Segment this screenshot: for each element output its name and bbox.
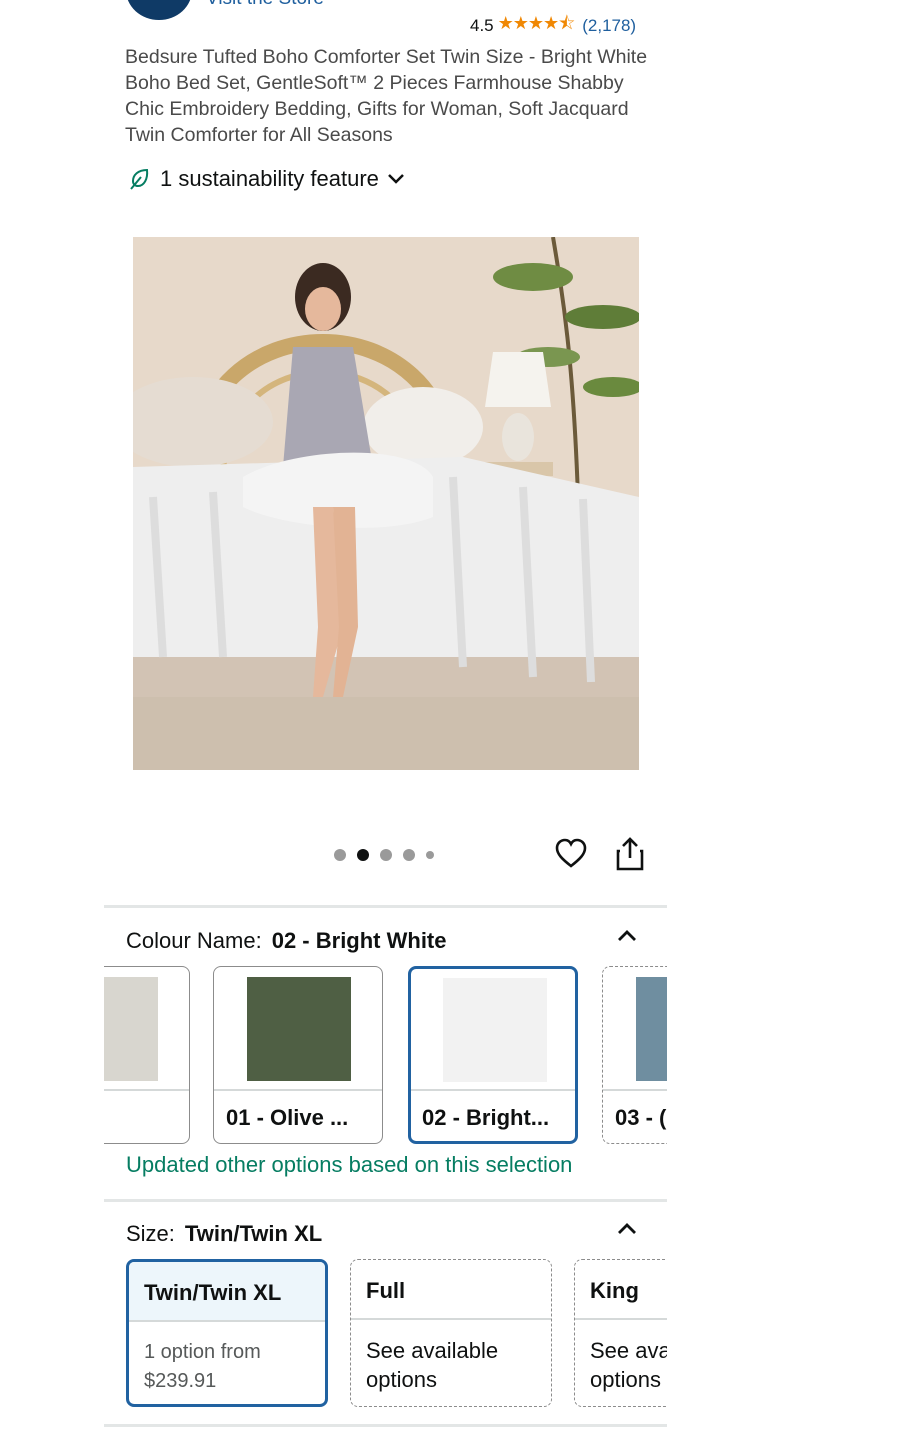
carousel-dot[interactable] (380, 849, 392, 861)
colour-option-label: 02 - Bright... (422, 1105, 550, 1130)
chevron-up-icon[interactable] (616, 928, 638, 942)
size-option-name: Full (366, 1278, 406, 1303)
product-title: Bedsure Tufted Boho Comforter Set Twin S… (125, 46, 648, 146)
star-rating-icon: ★★★★⯪ (497, 13, 576, 33)
size-option-line2: $239.91 (144, 1370, 217, 1392)
size-label: Size: (126, 1221, 175, 1246)
rating-row[interactable]: 4.5 ★★★★⯪ (2,178) (470, 11, 636, 41)
carousel-dot[interactable] (403, 849, 415, 861)
section-divider (104, 1199, 667, 1202)
share-icon[interactable] (614, 836, 646, 872)
size-option-name: King (590, 1278, 639, 1303)
carousel-dot[interactable] (426, 851, 434, 859)
sustainability-label: 1 sustainability feature (160, 166, 379, 191)
product-image[interactable] (133, 237, 639, 770)
size-option-availability: See available options (366, 1336, 498, 1394)
colour-name-heading: Colour Name: 02 - Bright White (126, 928, 447, 954)
section-divider (104, 1424, 667, 1427)
image-carousel-dots[interactable] (334, 849, 434, 861)
colour-option-label: 01 - Olive ... (226, 1105, 349, 1130)
colour-option-label: 03 - ( (615, 1105, 667, 1130)
rating-count-link[interactable]: (2,178) (582, 16, 636, 36)
colour-option-olive[interactable]: 01 - Olive ... (213, 966, 383, 1144)
heart-icon[interactable] (554, 837, 588, 871)
colour-label: Colour Name: (126, 928, 262, 953)
colour-option-beige[interactable]: eige (104, 966, 190, 1144)
colour-swatch-image (636, 977, 667, 1081)
size-option-name: Twin/Twin XL (144, 1280, 282, 1305)
colour-swatch-image (247, 977, 351, 1081)
chevron-down-icon (388, 174, 404, 184)
size-option-line2: options (366, 1367, 437, 1392)
colour-swatch-image (443, 978, 547, 1082)
size-option-line2: options (590, 1367, 661, 1392)
carousel-dot-active[interactable] (357, 849, 369, 861)
visit-store-link[interactable]: Visit the Store (206, 0, 324, 10)
size-heading: Size: Twin/Twin XL (126, 1221, 322, 1247)
rating-value: 4.5 (470, 16, 494, 35)
colour-swatch-image (104, 977, 158, 1081)
chevron-up-icon[interactable] (616, 1221, 638, 1235)
size-option-twin[interactable]: Twin/Twin XL 1 option from $239.91 (126, 1259, 328, 1407)
sustainability-feature-toggle[interactable]: 1 sustainability feature (128, 166, 405, 192)
size-option-price: 1 option from $239.91 (144, 1338, 261, 1396)
size-option-king[interactable]: King See available options (574, 1259, 667, 1407)
colour-option-bright-white[interactable]: 02 - Bright... (408, 966, 578, 1144)
carousel-dot[interactable] (334, 849, 346, 861)
size-option-line1: 1 option from (144, 1341, 261, 1363)
size-selected-value: Twin/Twin XL (184, 1221, 323, 1246)
colour-options-carousel[interactable]: eige 01 - Olive ... 02 - Bright... 03 - … (104, 966, 667, 1148)
product-photo-illustration (133, 237, 639, 770)
size-option-full[interactable]: Full See available options (350, 1259, 552, 1407)
store-logo[interactable] (126, 0, 192, 20)
size-options-carousel[interactable]: Twin/Twin XL 1 option from $239.91 Full … (104, 1259, 667, 1411)
colour-option-blue[interactable]: 03 - ( (602, 966, 667, 1144)
updated-options-note: Updated other options based on this sele… (126, 1152, 573, 1177)
leaf-icon (130, 168, 149, 190)
size-option-line1: See available (366, 1338, 499, 1363)
size-option-availability: See available options (590, 1336, 667, 1394)
size-option-line1: See available (590, 1338, 667, 1363)
colour-selected-value: 02 - Bright White (271, 928, 447, 953)
section-divider (104, 905, 667, 908)
